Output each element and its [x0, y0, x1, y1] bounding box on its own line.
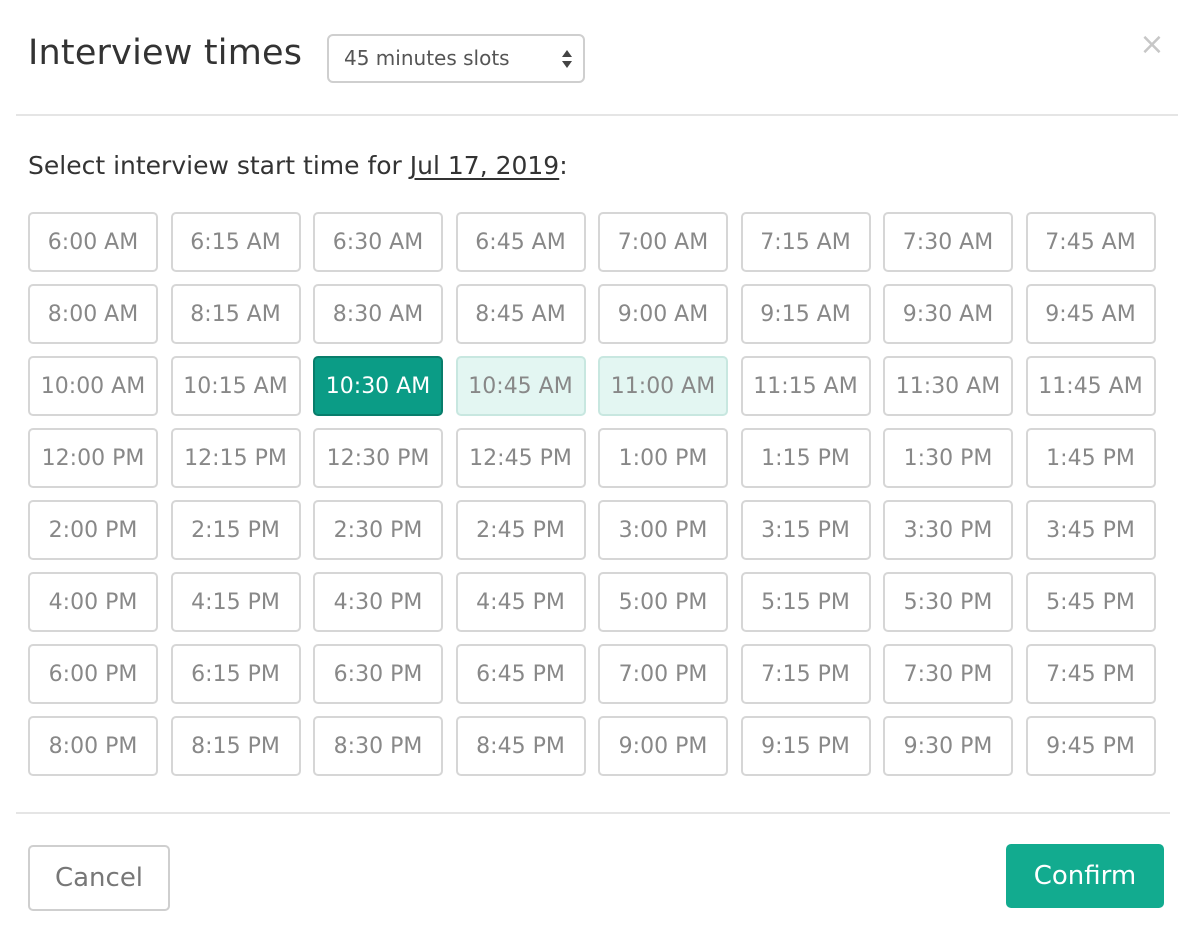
time-slot-button[interactable]: 4:00 PM [28, 572, 158, 632]
cancel-button[interactable]: Cancel [28, 845, 170, 911]
time-slot-button[interactable]: 11:45 AM [1025, 356, 1156, 416]
time-slot-button[interactable]: 6:15 AM [170, 212, 301, 272]
time-slot-button[interactable]: 7:30 AM [883, 212, 1013, 272]
header-divider [16, 114, 1178, 116]
time-slot-button[interactable]: 3:00 PM [598, 500, 728, 560]
time-slot-button[interactable]: 11:30 AM [883, 356, 1013, 416]
time-slot-button[interactable]: 6:45 AM [455, 212, 586, 272]
time-slot-button[interactable]: 7:15 PM [740, 644, 871, 704]
time-slot-button[interactable]: 6:30 PM [313, 644, 443, 704]
time-slot-button[interactable]: 6:15 PM [170, 644, 301, 704]
time-slot-button[interactable]: 10:45 AM [455, 356, 586, 416]
time-slot-button[interactable]: 4:45 PM [455, 572, 586, 632]
date-prompt: Select interview start time for Jul 17, … [28, 150, 568, 182]
prompt-text: Select interview start time for [28, 151, 410, 180]
time-slot-button[interactable]: 9:30 AM [883, 284, 1013, 344]
modal-header: Interview times 45 minutes slots × [0, 0, 1194, 115]
close-icon[interactable]: × [1139, 30, 1165, 60]
time-slot-button[interactable]: 6:30 AM [313, 212, 443, 272]
slot-length-select[interactable]: 45 minutes slots [327, 34, 585, 83]
time-slot-button[interactable]: 7:00 PM [598, 644, 728, 704]
time-slot-button[interactable]: 9:00 AM [598, 284, 728, 344]
time-slot-button[interactable]: 12:45 PM [455, 428, 586, 488]
time-slot-button[interactable]: 3:15 PM [740, 500, 871, 560]
time-slot-button[interactable]: 11:00 AM [598, 356, 728, 416]
time-slot-button[interactable]: 9:45 PM [1025, 716, 1156, 776]
time-slot-button[interactable]: 5:30 PM [883, 572, 1013, 632]
time-slot-button[interactable]: 9:15 AM [740, 284, 871, 344]
time-slot-button[interactable]: 12:15 PM [170, 428, 301, 488]
time-slot-button[interactable]: 3:45 PM [1025, 500, 1156, 560]
time-slot-button[interactable]: 4:30 PM [313, 572, 443, 632]
time-slot-button[interactable]: 2:00 PM [28, 500, 158, 560]
time-slot-button[interactable]: 4:15 PM [170, 572, 301, 632]
time-slot-button[interactable]: 2:45 PM [455, 500, 586, 560]
time-slot-button[interactable]: 1:00 PM [598, 428, 728, 488]
time-slot-button[interactable]: 8:30 AM [313, 284, 443, 344]
time-slot-button[interactable]: 5:00 PM [598, 572, 728, 632]
footer-divider [16, 812, 1170, 814]
time-slot-button[interactable]: 7:30 PM [883, 644, 1013, 704]
select-arrows-icon [562, 50, 572, 68]
confirm-button[interactable]: Confirm [1006, 844, 1164, 908]
time-slot-button[interactable]: 8:45 PM [455, 716, 586, 776]
time-slot-button[interactable]: 7:45 PM [1025, 644, 1156, 704]
time-slot-button[interactable]: 8:15 AM [170, 284, 301, 344]
time-slot-button[interactable]: 6:45 PM [455, 644, 586, 704]
time-slot-button[interactable]: 8:30 PM [313, 716, 443, 776]
time-slot-button[interactable]: 10:00 AM [28, 356, 158, 416]
time-slot-button[interactable]: 6:00 AM [28, 212, 158, 272]
time-slot-button[interactable]: 11:15 AM [740, 356, 871, 416]
time-slot-button[interactable]: 2:15 PM [170, 500, 301, 560]
interview-times-modal: Interview times 45 minutes slots × Selec… [0, 0, 1194, 943]
time-slot-button[interactable]: 1:15 PM [740, 428, 871, 488]
time-slot-button[interactable]: 5:45 PM [1025, 572, 1156, 632]
time-slot-button[interactable]: 10:15 AM [170, 356, 301, 416]
time-slot-button[interactable]: 1:30 PM [883, 428, 1013, 488]
time-slot-button[interactable]: 8:45 AM [455, 284, 586, 344]
time-slot-button[interactable]: 2:30 PM [313, 500, 443, 560]
time-slot-grid: 6:00 AM 6:15 AM 6:30 AM 6:45 AM 7:00 AM 7:15 … [28, 212, 1156, 776]
time-slot-button[interactable]: 7:45 AM [1025, 212, 1156, 272]
time-slot-button[interactable]: 9:45 AM [1025, 284, 1156, 344]
prompt-suffix: : [559, 151, 568, 180]
time-slot-button[interactable]: 9:00 PM [598, 716, 728, 776]
time-slot-button[interactable]: 8:00 PM [28, 716, 158, 776]
time-slot-button[interactable]: 8:00 AM [28, 284, 158, 344]
time-slot-button[interactable]: 10:30 AM [313, 356, 443, 416]
time-slot-button[interactable]: 9:30 PM [883, 716, 1013, 776]
time-slot-button[interactable]: 12:30 PM [313, 428, 443, 488]
modal-title: Interview times [28, 33, 303, 73]
time-slot-button[interactable]: 7:00 AM [598, 212, 728, 272]
time-slot-button[interactable]: 12:00 PM [28, 428, 158, 488]
time-slot-button[interactable]: 3:30 PM [883, 500, 1013, 560]
time-slot-button[interactable]: 8:15 PM [170, 716, 301, 776]
time-slot-button[interactable]: 9:15 PM [740, 716, 871, 776]
time-slot-button[interactable]: 7:15 AM [740, 212, 871, 272]
time-slot-button[interactable]: 5:15 PM [740, 572, 871, 632]
time-slot-button[interactable]: 1:45 PM [1025, 428, 1156, 488]
time-slot-button[interactable]: 6:00 PM [28, 644, 158, 704]
slot-length-value: 45 minutes slots [344, 46, 510, 70]
date-link[interactable]: Jul 17, 2019 [410, 151, 559, 180]
